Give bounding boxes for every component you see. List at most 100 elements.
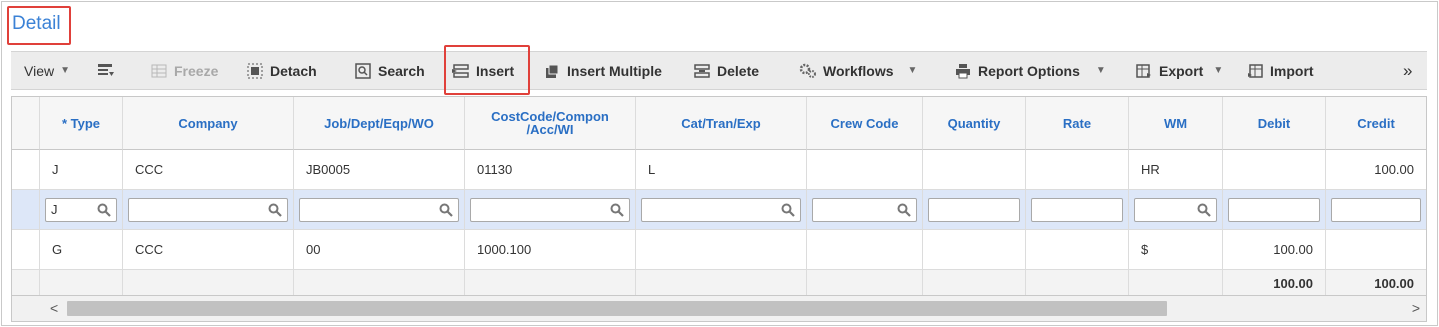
cell-credit[interactable]: 100.00 [1326, 150, 1426, 190]
cell-quantity[interactable] [923, 230, 1026, 270]
more-tools-button[interactable]: » [1403, 52, 1412, 89]
column-header-wm[interactable]: WM [1129, 97, 1223, 150]
column-header-job[interactable]: Job/Dept/Eqp/WO [294, 97, 465, 150]
column-header-credit[interactable]: Credit [1326, 97, 1426, 150]
freeze-icon [150, 62, 168, 80]
cell-crew-code[interactable] [807, 230, 923, 270]
cell-crew-code-editor [807, 190, 923, 230]
column-header-debit[interactable]: Debit [1223, 97, 1326, 150]
search-icon[interactable] [781, 203, 795, 217]
column-header-rate[interactable]: Rate [1026, 97, 1129, 150]
cell-wm-editor [1129, 190, 1223, 230]
search-icon[interactable] [97, 203, 111, 217]
cell-costcode[interactable]: 01130 [465, 150, 636, 190]
column-header-company[interactable]: Company [123, 97, 294, 150]
cell-rate[interactable] [1026, 230, 1129, 270]
search-icon[interactable] [439, 203, 453, 217]
totals-row: 100.00 100.00 [12, 270, 1426, 295]
grid-header-row: * Type Company Job/Dept/Eqp/WO CostCode/… [12, 97, 1426, 150]
category-lookup-input[interactable] [641, 197, 801, 222]
export-button[interactable]: Export ▼ [1135, 52, 1223, 89]
import-icon [1246, 62, 1264, 80]
scrollbar-thumb[interactable] [67, 301, 1167, 316]
view-label: View [24, 62, 55, 79]
cell-credit[interactable] [1326, 230, 1426, 270]
grid-toolbar: View ▼ Freeze Detach Search Insert Inser… [11, 51, 1427, 90]
chevron-down-icon: ▼ [1095, 65, 1106, 76]
gears-icon [799, 62, 817, 80]
row-selector[interactable] [12, 150, 40, 190]
delete-button[interactable]: Delete [693, 52, 759, 89]
cell-debit[interactable] [1223, 150, 1326, 190]
scroll-left-arrow[interactable]: < [50, 300, 58, 316]
cell-category[interactable] [636, 230, 807, 270]
company-lookup-input[interactable] [128, 197, 288, 222]
cell-wm[interactable]: $ [1129, 230, 1223, 270]
column-header-crew-code[interactable]: Crew Code [807, 97, 923, 150]
insert-multiple-icon [543, 62, 561, 80]
double-chevron-right-icon: » [1403, 60, 1413, 80]
type-lookup-input[interactable]: J [45, 197, 117, 222]
crew-code-lookup-input[interactable] [812, 197, 917, 222]
job-lookup-input[interactable] [299, 197, 459, 222]
page-title: Detail [12, 13, 61, 34]
table-row[interactable]: G CCC 00 1000.100 $ 100.00 [12, 230, 1426, 270]
insert-multiple-button[interactable]: Insert Multiple [543, 52, 662, 89]
cell-rate[interactable] [1026, 150, 1129, 190]
debit-total: 100.00 [1223, 270, 1326, 295]
cell-job[interactable]: JB0005 [294, 150, 465, 190]
view-menu-button[interactable]: View ▼ [24, 52, 70, 89]
column-header-category[interactable]: Cat/Tran/Exp [636, 97, 807, 150]
workflows-button[interactable]: Workflows ▼ [799, 52, 917, 89]
cell-job[interactable]: 00 [294, 230, 465, 270]
search-button[interactable]: Search [354, 52, 425, 89]
search-icon[interactable] [897, 203, 911, 217]
chevron-down-icon: ▼ [907, 65, 918, 76]
detach-label: Detach [270, 62, 317, 79]
cell-wm[interactable]: HR [1129, 150, 1223, 190]
cell-rate-editor [1026, 190, 1129, 230]
search-icon[interactable] [1197, 203, 1211, 217]
rate-input[interactable] [1031, 197, 1123, 222]
report-options-button[interactable]: Report Options ▼ [954, 52, 1106, 89]
cell-credit-editor [1326, 190, 1426, 230]
cell-quantity-editor [923, 190, 1026, 230]
export-icon [1135, 62, 1153, 80]
debit-input[interactable] [1228, 197, 1320, 222]
column-header-quantity[interactable]: Quantity [923, 97, 1026, 150]
search-icon[interactable] [268, 203, 282, 217]
cell-debit-editor [1223, 190, 1326, 230]
import-label: Import [1270, 62, 1314, 79]
column-header-costcode[interactable]: CostCode/Compon /Acc/WI [465, 97, 636, 150]
cell-category[interactable]: L [636, 150, 807, 190]
cell-type[interactable]: J [40, 150, 123, 190]
cell-debit[interactable]: 100.00 [1223, 230, 1326, 270]
column-settings-button[interactable] [97, 52, 121, 89]
table-row[interactable]: J CCC JB0005 01130 L HR 100.00 [12, 150, 1426, 190]
cell-costcode-editor [465, 190, 636, 230]
cell-costcode[interactable]: 1000.100 [465, 230, 636, 270]
cell-type[interactable]: G [40, 230, 123, 270]
credit-input[interactable] [1331, 197, 1421, 222]
search-icon[interactable] [610, 203, 624, 217]
column-header-type[interactable]: * Type [40, 97, 123, 150]
edit-row[interactable]: J [12, 190, 1426, 230]
cell-crew-code[interactable] [807, 150, 923, 190]
search-label: Search [378, 62, 425, 79]
cell-job-editor [294, 190, 465, 230]
costcode-lookup-input[interactable] [470, 197, 630, 222]
cell-company[interactable]: CCC [123, 230, 294, 270]
cell-company[interactable]: CCC [123, 150, 294, 190]
detail-grid: * Type Company Job/Dept/Eqp/WO CostCode/… [11, 96, 1427, 296]
row-selector[interactable] [12, 230, 40, 270]
scroll-right-arrow[interactable]: > [1412, 300, 1420, 316]
wm-lookup-input[interactable] [1134, 197, 1217, 222]
row-selector[interactable] [12, 190, 40, 230]
cell-quantity[interactable] [923, 150, 1026, 190]
horizontal-scrollbar[interactable]: < > [11, 296, 1427, 322]
detach-button[interactable]: Detach [246, 52, 317, 89]
quantity-input[interactable] [928, 197, 1020, 222]
freeze-button[interactable]: Freeze [150, 52, 218, 89]
import-button[interactable]: Import [1246, 52, 1314, 89]
chevron-down-icon: ▼ [60, 65, 70, 76]
